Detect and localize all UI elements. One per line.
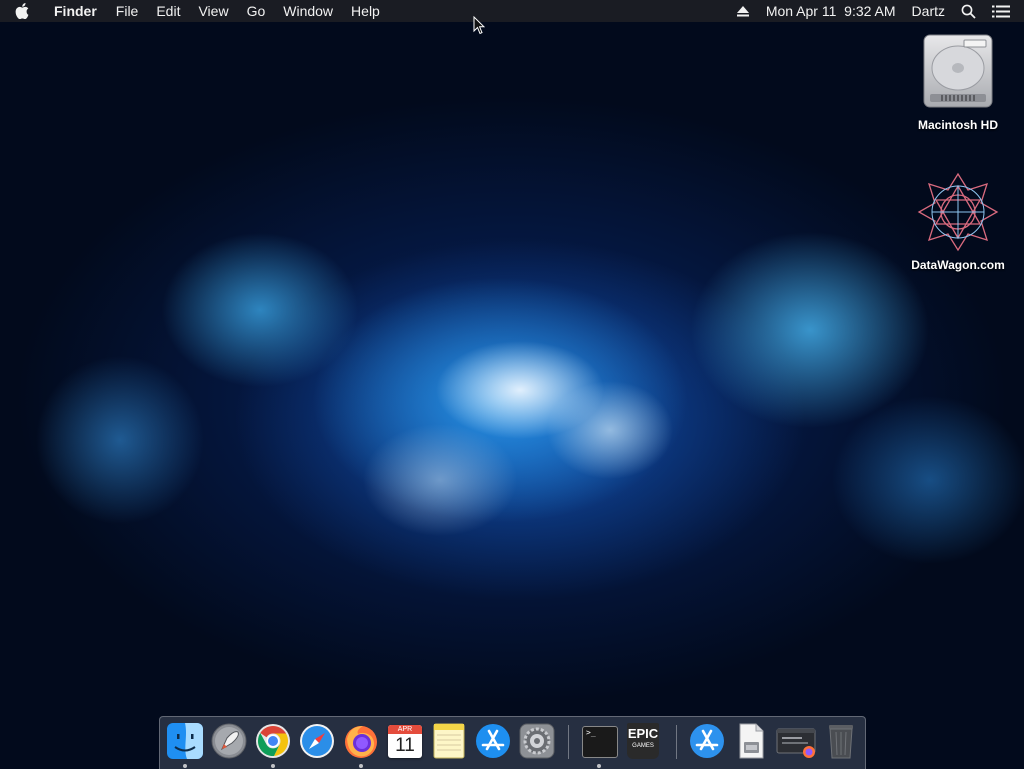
running-indicator [597,764,601,768]
eject-menu-button[interactable] [728,0,758,22]
document-stack-icon [739,723,764,759]
dock-item-calendar[interactable]: APR 11 [386,722,424,760]
list-icon [992,5,1010,17]
dock-item-terminal[interactable]: >_ [580,722,618,768]
dock-item-safari[interactable] [298,722,336,760]
search-icon [961,4,976,19]
menu-go[interactable]: Go [238,0,275,22]
app-store-icon [476,724,510,758]
notes-icon [433,723,465,759]
dock-item-downloads[interactable] [688,722,726,760]
epic-games-line2: GAMES [632,743,654,749]
running-indicator [271,764,275,768]
menu-window[interactable]: Window [274,0,342,22]
dock-item-minimized-window[interactable] [776,722,818,760]
desktop-icon-label: Macintosh HD [917,118,998,132]
dock-item-launchpad[interactable] [210,722,248,760]
dock: APR 11 >_ EPIC GAMES [159,716,866,769]
dock-item-notes[interactable] [430,722,468,760]
menu-bar: Finder File Edit View Go Window Help Mon… [0,0,1024,22]
menu-help[interactable]: Help [342,0,389,22]
launchpad-icon [211,723,247,759]
calendar-icon: APR 11 [388,725,422,758]
dock-item-chrome[interactable] [254,722,292,768]
datawagon-logo-icon [917,172,999,252]
eject-icon [736,6,749,17]
dock-separator [676,725,677,759]
desktop-icon-macintosh-hd[interactable]: Macintosh HD [898,32,1018,132]
system-preferences-icon [519,723,555,759]
dock-item-firefox[interactable] [342,722,380,768]
calendar-day: 11 [395,735,415,756]
dock-item-epic-games[interactable]: EPIC GAMES [624,722,662,760]
mouse-cursor-icon [473,16,485,35]
desktop-wallpaper [0,0,1024,768]
downloads-stack-icon [690,724,724,758]
apple-icon [15,3,29,19]
trash-icon [829,725,853,759]
dock-item-app-store[interactable] [474,722,512,760]
window-thumbnail-icon [776,728,816,758]
hard-drive-icon [923,34,993,108]
epic-games-icon: EPIC GAMES [627,723,659,759]
user-menu[interactable]: Dartz [904,0,953,22]
running-indicator [183,764,187,768]
dock-item-finder[interactable] [166,722,204,768]
terminal-prompt: >_ [586,728,596,737]
menu-view[interactable]: View [189,0,237,22]
chrome-icon [256,724,290,758]
menu-app-finder[interactable]: Finder [44,0,107,22]
terminal-icon: >_ [582,726,618,758]
desktop-icon-datawagon[interactable]: DataWagon.com [898,172,1018,272]
finder-icon [167,723,203,759]
desktop-icon-label: DataWagon.com [911,258,1005,272]
apple-menu-button[interactable] [0,0,44,22]
dock-item-document[interactable] [732,722,770,760]
dock-separator [568,725,569,759]
menu-edit[interactable]: Edit [147,0,189,22]
dock-item-trash[interactable] [822,722,860,760]
menu-clock[interactable]: Mon Apr 11 9:32 AM [758,0,904,22]
safari-icon [300,724,334,758]
running-indicator [359,764,363,768]
calendar-month: APR [388,725,422,734]
firefox-icon [345,726,377,758]
dock-item-system-preferences[interactable] [518,722,556,760]
menu-file[interactable]: File [107,0,148,22]
notification-center-button[interactable] [984,0,1024,22]
epic-games-line1: EPIC [627,726,659,741]
spotlight-button[interactable] [953,0,984,22]
